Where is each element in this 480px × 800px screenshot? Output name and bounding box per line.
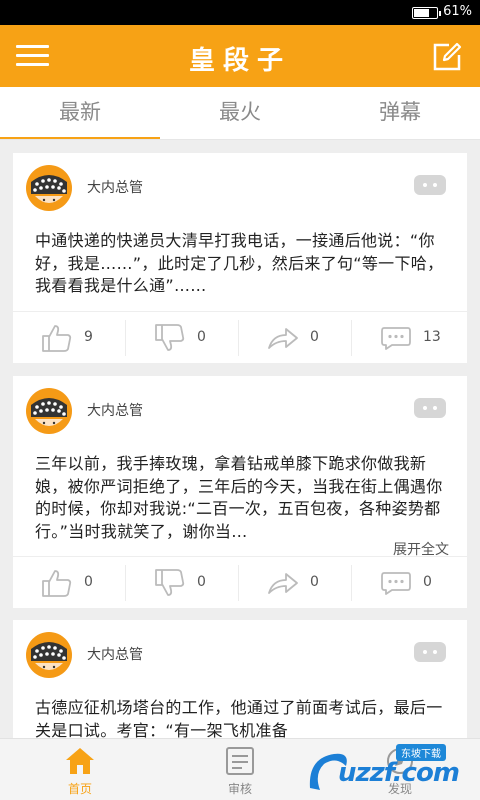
message-icon[interactable]: [413, 174, 447, 196]
app-bar: 皇段子: [0, 25, 480, 87]
nav-home-label: 首页: [67, 782, 92, 796]
tab-danmaku[interactable]: 弹幕: [320, 87, 480, 140]
app-title: 皇段子: [188, 46, 291, 76]
post-card: 大内总管 三年以前，我手捧玫瑰，拿着钻戒单膝下跪求你做我新娘，被你严词拒绝了，三…: [13, 376, 467, 608]
post-actions: 0 0 0 0: [13, 556, 467, 608]
thumbs-up-icon: [42, 570, 72, 597]
tab-newest[interactable]: 最新: [0, 87, 160, 140]
like-count: 0: [84, 574, 93, 590]
share-button[interactable]: 0: [239, 557, 352, 609]
tab-bar: 最新 最火 弹幕: [0, 87, 480, 140]
avatar[interactable]: [25, 631, 73, 679]
dislike-button[interactable]: 0: [126, 557, 239, 609]
post-author[interactable]: 大内总管: [87, 400, 143, 420]
post-text[interactable]: 三年以前，我手捧玫瑰，拿着钻戒单膝下跪求你做我新娘，被你严词拒绝了，三年后的今天…: [35, 453, 449, 543]
like-button[interactable]: 0: [13, 557, 126, 609]
thumbs-down-icon: [155, 569, 185, 596]
review-icon: [226, 747, 254, 775]
message-icon[interactable]: [413, 397, 447, 419]
nav-home[interactable]: 首页: [0, 739, 160, 800]
dislike-button[interactable]: 0: [126, 312, 239, 364]
comment-icon: [381, 572, 411, 595]
comment-button[interactable]: 13: [352, 312, 467, 364]
post-text[interactable]: 中通快递的快递员大清早打我电话，一接通后他说：“你好，我是……”，此时定了几秒，…: [35, 230, 449, 298]
watermark-text: uzzf.com: [338, 758, 460, 788]
post-author[interactable]: 大内总管: [87, 177, 143, 197]
post-text[interactable]: 古德应征机场塔台的工作，他通过了前面考试后，最后一关是口试。考官：“有一架飞机准…: [35, 697, 449, 738]
battery-icon: [412, 7, 441, 19]
battery-percentage: 61%: [443, 4, 472, 19]
comment-count: 13: [423, 329, 441, 345]
watermark-logo: 东坡下载 uzzf.com: [292, 740, 476, 798]
dislike-count: 0: [197, 329, 206, 345]
share-count: 0: [310, 329, 319, 345]
message-icon[interactable]: [413, 641, 447, 663]
comment-button[interactable]: 0: [352, 557, 467, 609]
like-count: 9: [84, 329, 93, 345]
tab-hottest[interactable]: 最火: [160, 87, 320, 140]
share-count: 0: [310, 574, 319, 590]
status-bar: 61%: [0, 0, 480, 25]
comment-icon: [381, 327, 411, 350]
comment-count: 0: [423, 574, 432, 590]
thumbs-down-icon: [155, 324, 185, 351]
thumbs-up-icon: [42, 325, 72, 352]
like-button[interactable]: 9: [13, 312, 126, 364]
dislike-count: 0: [197, 574, 206, 590]
post-actions: 9 0 0 13: [13, 311, 467, 363]
compose-icon[interactable]: [432, 42, 462, 72]
avatar[interactable]: [25, 164, 73, 212]
avatar[interactable]: [25, 387, 73, 435]
share-icon: [268, 573, 298, 594]
share-icon: [268, 328, 298, 349]
share-button[interactable]: 0: [239, 312, 352, 364]
post-card: 大内总管 中通快递的快递员大清早打我电话，一接通后他说：“你好，我是……”，此时…: [13, 153, 467, 363]
home-icon: [66, 748, 94, 774]
post-card: 大内总管 古德应征机场塔台的工作，他通过了前面考试后，最后一关是口试。考官：“有…: [13, 620, 467, 738]
post-author[interactable]: 大内总管: [87, 644, 143, 664]
post-feed[interactable]: 大内总管 中通快递的快递员大清早打我电话，一接通后他说：“你好，我是……”，此时…: [0, 140, 480, 738]
